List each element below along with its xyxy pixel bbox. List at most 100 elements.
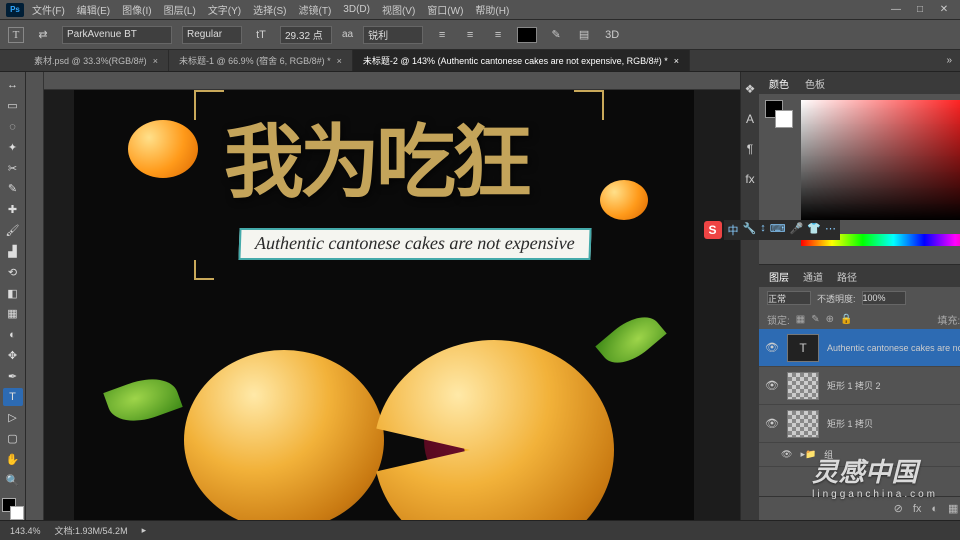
minimize-button[interactable]: —	[886, 4, 906, 15]
blend-mode-select[interactable]	[767, 291, 811, 305]
close-icon[interactable]: ×	[153, 56, 158, 66]
tab-channels[interactable]: 通道	[803, 269, 823, 284]
link-layers-icon[interactable]: ⊘	[894, 502, 903, 515]
lock-pixels-icon[interactable]: ▦	[796, 314, 805, 325]
move-tool[interactable]: ↔	[3, 76, 23, 94]
type-tool[interactable]: T	[3, 388, 23, 406]
doc-info[interactable]: 文档:1.93M/54.2M	[55, 524, 128, 537]
path-select-tool[interactable]: ▷	[3, 409, 23, 427]
menu-filter[interactable]: 滤镜(T)	[299, 2, 332, 17]
color-swatches[interactable]	[2, 498, 24, 520]
doc-tab-0[interactable]: 素材.psd @ 33.3%(RGB/8#)×	[24, 50, 169, 71]
visibility-icon[interactable]: 👁	[781, 449, 792, 460]
ime-lang[interactable]: 中	[728, 222, 739, 238]
menu-type[interactable]: 文字(Y)	[208, 2, 241, 17]
menu-3d[interactable]: 3D(D)	[343, 4, 370, 15]
color-panel-swatches[interactable]	[765, 100, 793, 128]
shape-tool[interactable]: ▢	[3, 430, 23, 448]
menu-view[interactable]: 视图(V)	[382, 2, 415, 17]
brush-tool[interactable]: 🖌	[3, 222, 23, 240]
ime-toolbar[interactable]: S 中 🔧 ↕ ⌨ 🎤 👕 ⋯	[704, 220, 841, 240]
menu-edit[interactable]: 编辑(E)	[77, 2, 110, 17]
ime-voice-icon[interactable]: 🎤	[790, 222, 804, 238]
visibility-icon[interactable]: 👁	[765, 417, 779, 430]
character-panel-icon[interactable]: ▤	[575, 26, 593, 44]
marquee-tool[interactable]: ▭	[3, 97, 23, 115]
menu-image[interactable]: 图像(I)	[122, 2, 151, 17]
info-menu-icon[interactable]: ▸	[142, 525, 147, 536]
zoom-tool[interactable]: 🔍	[3, 471, 23, 489]
ime-keyboard-icon[interactable]: ⌨	[770, 222, 786, 238]
tab-layers[interactable]: 图层	[769, 269, 789, 284]
layer-name[interactable]: 矩形 1 拷贝 2	[827, 379, 960, 392]
visibility-icon[interactable]: 👁	[765, 379, 779, 392]
ime-settings-icon[interactable]: 🔧	[743, 222, 757, 238]
layer-row[interactable]: 👁 矩形 1 拷贝	[759, 405, 960, 443]
doc-tab-2[interactable]: 未标题-2 @ 143% (Authentic cantonese cakes …	[353, 50, 690, 71]
3d-icon[interactable]: 3D	[603, 26, 621, 44]
maximize-button[interactable]: □	[910, 4, 930, 15]
lasso-tool[interactable]: ◌	[3, 118, 23, 136]
warp-text-icon[interactable]: ✎	[547, 26, 565, 44]
align-center-icon[interactable]: ≡	[461, 26, 479, 44]
dodge-tool[interactable]: ✥	[3, 347, 23, 365]
menu-window[interactable]: 窗口(W)	[427, 2, 463, 17]
antialias-select[interactable]	[363, 26, 423, 44]
visibility-icon[interactable]: 👁	[765, 341, 779, 354]
font-size-select[interactable]	[280, 26, 332, 44]
character-icon[interactable]: A	[741, 110, 759, 128]
menu-help[interactable]: 帮助(H)	[475, 2, 509, 17]
layer-mask-icon[interactable]: ◐	[931, 503, 938, 515]
close-button[interactable]: ✕	[934, 4, 954, 15]
stamp-tool[interactable]: ▟	[3, 243, 23, 261]
gradient-tool[interactable]: ▦	[3, 305, 23, 323]
background-swatch[interactable]	[10, 506, 24, 520]
doc-tab-1[interactable]: 未标题-1 @ 66.9% (宿舍 6, RGB/8#) *×	[169, 50, 353, 71]
layer-name[interactable]: 矩形 1 拷贝	[827, 417, 960, 430]
ruler-horizontal[interactable]	[44, 72, 740, 90]
headline-text[interactable]: 我为吃狂	[224, 98, 528, 214]
history-icon[interactable]: ❖	[741, 80, 759, 98]
crop-tool[interactable]: ✂	[3, 159, 23, 177]
adjustment-layer-icon[interactable]: ▦	[948, 502, 958, 515]
align-right-icon[interactable]: ≡	[489, 26, 507, 44]
menu-select[interactable]: 选择(S)	[253, 2, 286, 17]
font-style-select[interactable]	[182, 26, 242, 44]
tab-paths[interactable]: 路径	[837, 269, 857, 284]
opacity-input[interactable]	[862, 291, 906, 305]
layer-fx-icon[interactable]: fx	[913, 503, 922, 515]
align-left-icon[interactable]: ≡	[433, 26, 451, 44]
styles-icon[interactable]: fx	[741, 170, 759, 188]
layer-name[interactable]: Authentic cantonese cakes are not expens…	[827, 343, 960, 353]
paragraph-icon[interactable]: ¶	[741, 140, 759, 158]
ime-switch-icon[interactable]: ↕	[760, 222, 766, 238]
healing-tool[interactable]: ✚	[3, 201, 23, 219]
canvas[interactable]: 我为吃狂 Authentic cantonese cakes are not e…	[44, 90, 740, 520]
tab-color[interactable]: 颜色	[769, 76, 789, 91]
font-family-select[interactable]	[62, 26, 172, 44]
lock-position-icon[interactable]: ⊕	[826, 314, 834, 325]
magic-wand-tool[interactable]: ✦	[3, 138, 23, 156]
lock-all-icon[interactable]: 🔒	[840, 314, 852, 325]
ime-skin-icon[interactable]: 👕	[807, 222, 821, 238]
history-brush-tool[interactable]: ⟲	[3, 263, 23, 281]
close-icon[interactable]: ×	[674, 56, 679, 66]
pen-tool[interactable]: ✒	[3, 367, 23, 385]
tool-preset-icon[interactable]: T	[8, 27, 24, 43]
tabs-collapse-icon[interactable]: »	[938, 50, 960, 71]
layer-row[interactable]: 👁 矩形 1 拷贝 2	[759, 367, 960, 405]
layer-row[interactable]: 👁 T Authentic cantonese cakes are not ex…	[759, 329, 960, 367]
zoom-level[interactable]: 143.4%	[10, 526, 41, 536]
subtitle-text[interactable]: Authentic cantonese cakes are not expens…	[238, 228, 591, 260]
lock-paint-icon[interactable]: ✎	[811, 314, 819, 325]
color-field[interactable]	[801, 100, 960, 220]
menu-file[interactable]: 文件(F)	[32, 2, 65, 17]
tab-swatches[interactable]: 色板	[805, 76, 825, 91]
ime-more-icon[interactable]: ⋯	[825, 222, 836, 238]
orientation-toggle-icon[interactable]: ⇄	[34, 26, 52, 44]
eraser-tool[interactable]: ◧	[3, 284, 23, 302]
menu-layer[interactable]: 图层(L)	[164, 2, 196, 17]
ruler-vertical[interactable]	[26, 72, 44, 520]
blur-tool[interactable]: ◐	[3, 326, 23, 344]
eyedropper-tool[interactable]: ✎	[3, 180, 23, 198]
